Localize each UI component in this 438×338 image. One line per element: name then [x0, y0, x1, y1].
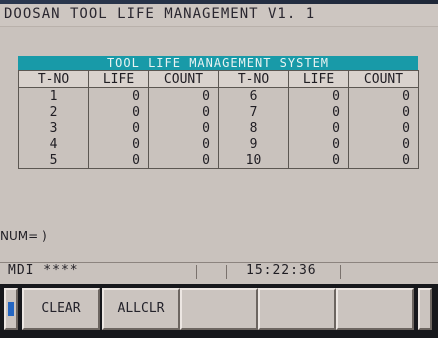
- count-value: 0: [148, 104, 219, 120]
- column-header-life: LIFE: [88, 70, 149, 88]
- life-value[interactable]: 0: [88, 136, 149, 152]
- column-header-tno: T-NO: [218, 70, 289, 88]
- status-divider: [196, 265, 197, 279]
- table-row: 2 0 0 7 0 0: [18, 104, 419, 120]
- count-value: 0: [348, 136, 419, 152]
- title-bar: DOOSAN TOOL LIFE MANAGEMENT V1. 1: [0, 0, 438, 27]
- tool-life-panel: TOOL LIFE MANAGEMENT SYSTEM T-NO LIFE CO…: [18, 56, 419, 180]
- table-row: 5 0 0 10 0 0: [18, 152, 419, 169]
- tool-number: 5: [18, 152, 89, 169]
- count-value: 0: [148, 136, 219, 152]
- count-value: 0: [348, 87, 419, 104]
- tool-number: 1: [18, 87, 89, 104]
- count-value: 0: [148, 87, 219, 104]
- table-header-row: T-NO LIFE COUNT T-NO LIFE COUNT: [18, 70, 419, 88]
- status-bar: MDI **** 15:22:36: [0, 262, 438, 279]
- column-header-life: LIFE: [288, 70, 349, 88]
- softkey-bar: CLEAR ALLCLR: [0, 284, 438, 338]
- softkey-next[interactable]: [418, 288, 432, 330]
- status-divider: [226, 265, 227, 279]
- column-header-count: COUNT: [148, 70, 219, 88]
- life-value[interactable]: 0: [88, 87, 149, 104]
- tool-number: 4: [18, 136, 89, 152]
- life-value[interactable]: 0: [88, 120, 149, 136]
- return-marker-icon: [8, 302, 14, 316]
- allclr-button[interactable]: ALLCLR: [102, 288, 180, 330]
- table-row: 4 0 0 9 0 0: [18, 136, 419, 152]
- life-value[interactable]: 0: [288, 104, 349, 120]
- softkey-5[interactable]: [336, 288, 414, 330]
- panel-header: TOOL LIFE MANAGEMENT SYSTEM: [18, 56, 418, 70]
- tool-life-table: T-NO LIFE COUNT T-NO LIFE COUNT 1 0 0 6 …: [18, 70, 419, 169]
- life-value[interactable]: 0: [88, 152, 149, 169]
- window-title: DOOSAN TOOL LIFE MANAGEMENT V1. 1: [4, 6, 316, 22]
- window-top-strip: [0, 0, 438, 4]
- tool-number: 8: [218, 120, 289, 136]
- tool-number: 10: [218, 152, 289, 169]
- count-value: 0: [148, 120, 219, 136]
- life-value[interactable]: 0: [88, 104, 149, 120]
- softkey-4[interactable]: [258, 288, 336, 330]
- life-value[interactable]: 0: [288, 87, 349, 104]
- column-header-tno: T-NO: [18, 70, 89, 88]
- num-input-prompt[interactable]: NUM= ): [0, 229, 47, 243]
- life-value[interactable]: 0: [288, 152, 349, 169]
- life-value[interactable]: 0: [288, 136, 349, 152]
- status-divider: [340, 265, 341, 279]
- clear-button[interactable]: CLEAR: [22, 288, 100, 330]
- softkey-return[interactable]: [4, 288, 18, 330]
- column-header-count: COUNT: [348, 70, 419, 88]
- table-row: 1 0 0 6 0 0: [18, 87, 419, 104]
- softkey-3[interactable]: [180, 288, 258, 330]
- table-row: 3 0 0 8 0 0: [18, 120, 419, 136]
- tool-number: 9: [218, 136, 289, 152]
- tool-number: 7: [218, 104, 289, 120]
- clock-time: 15:22:36: [246, 263, 317, 278]
- life-value[interactable]: 0: [288, 120, 349, 136]
- count-value: 0: [148, 152, 219, 169]
- count-value: 0: [348, 152, 419, 169]
- tool-number: 2: [18, 104, 89, 120]
- count-value: 0: [348, 104, 419, 120]
- tool-number: 6: [218, 87, 289, 104]
- mode-indicator: MDI ****: [8, 263, 79, 278]
- count-value: 0: [348, 120, 419, 136]
- tool-number: 3: [18, 120, 89, 136]
